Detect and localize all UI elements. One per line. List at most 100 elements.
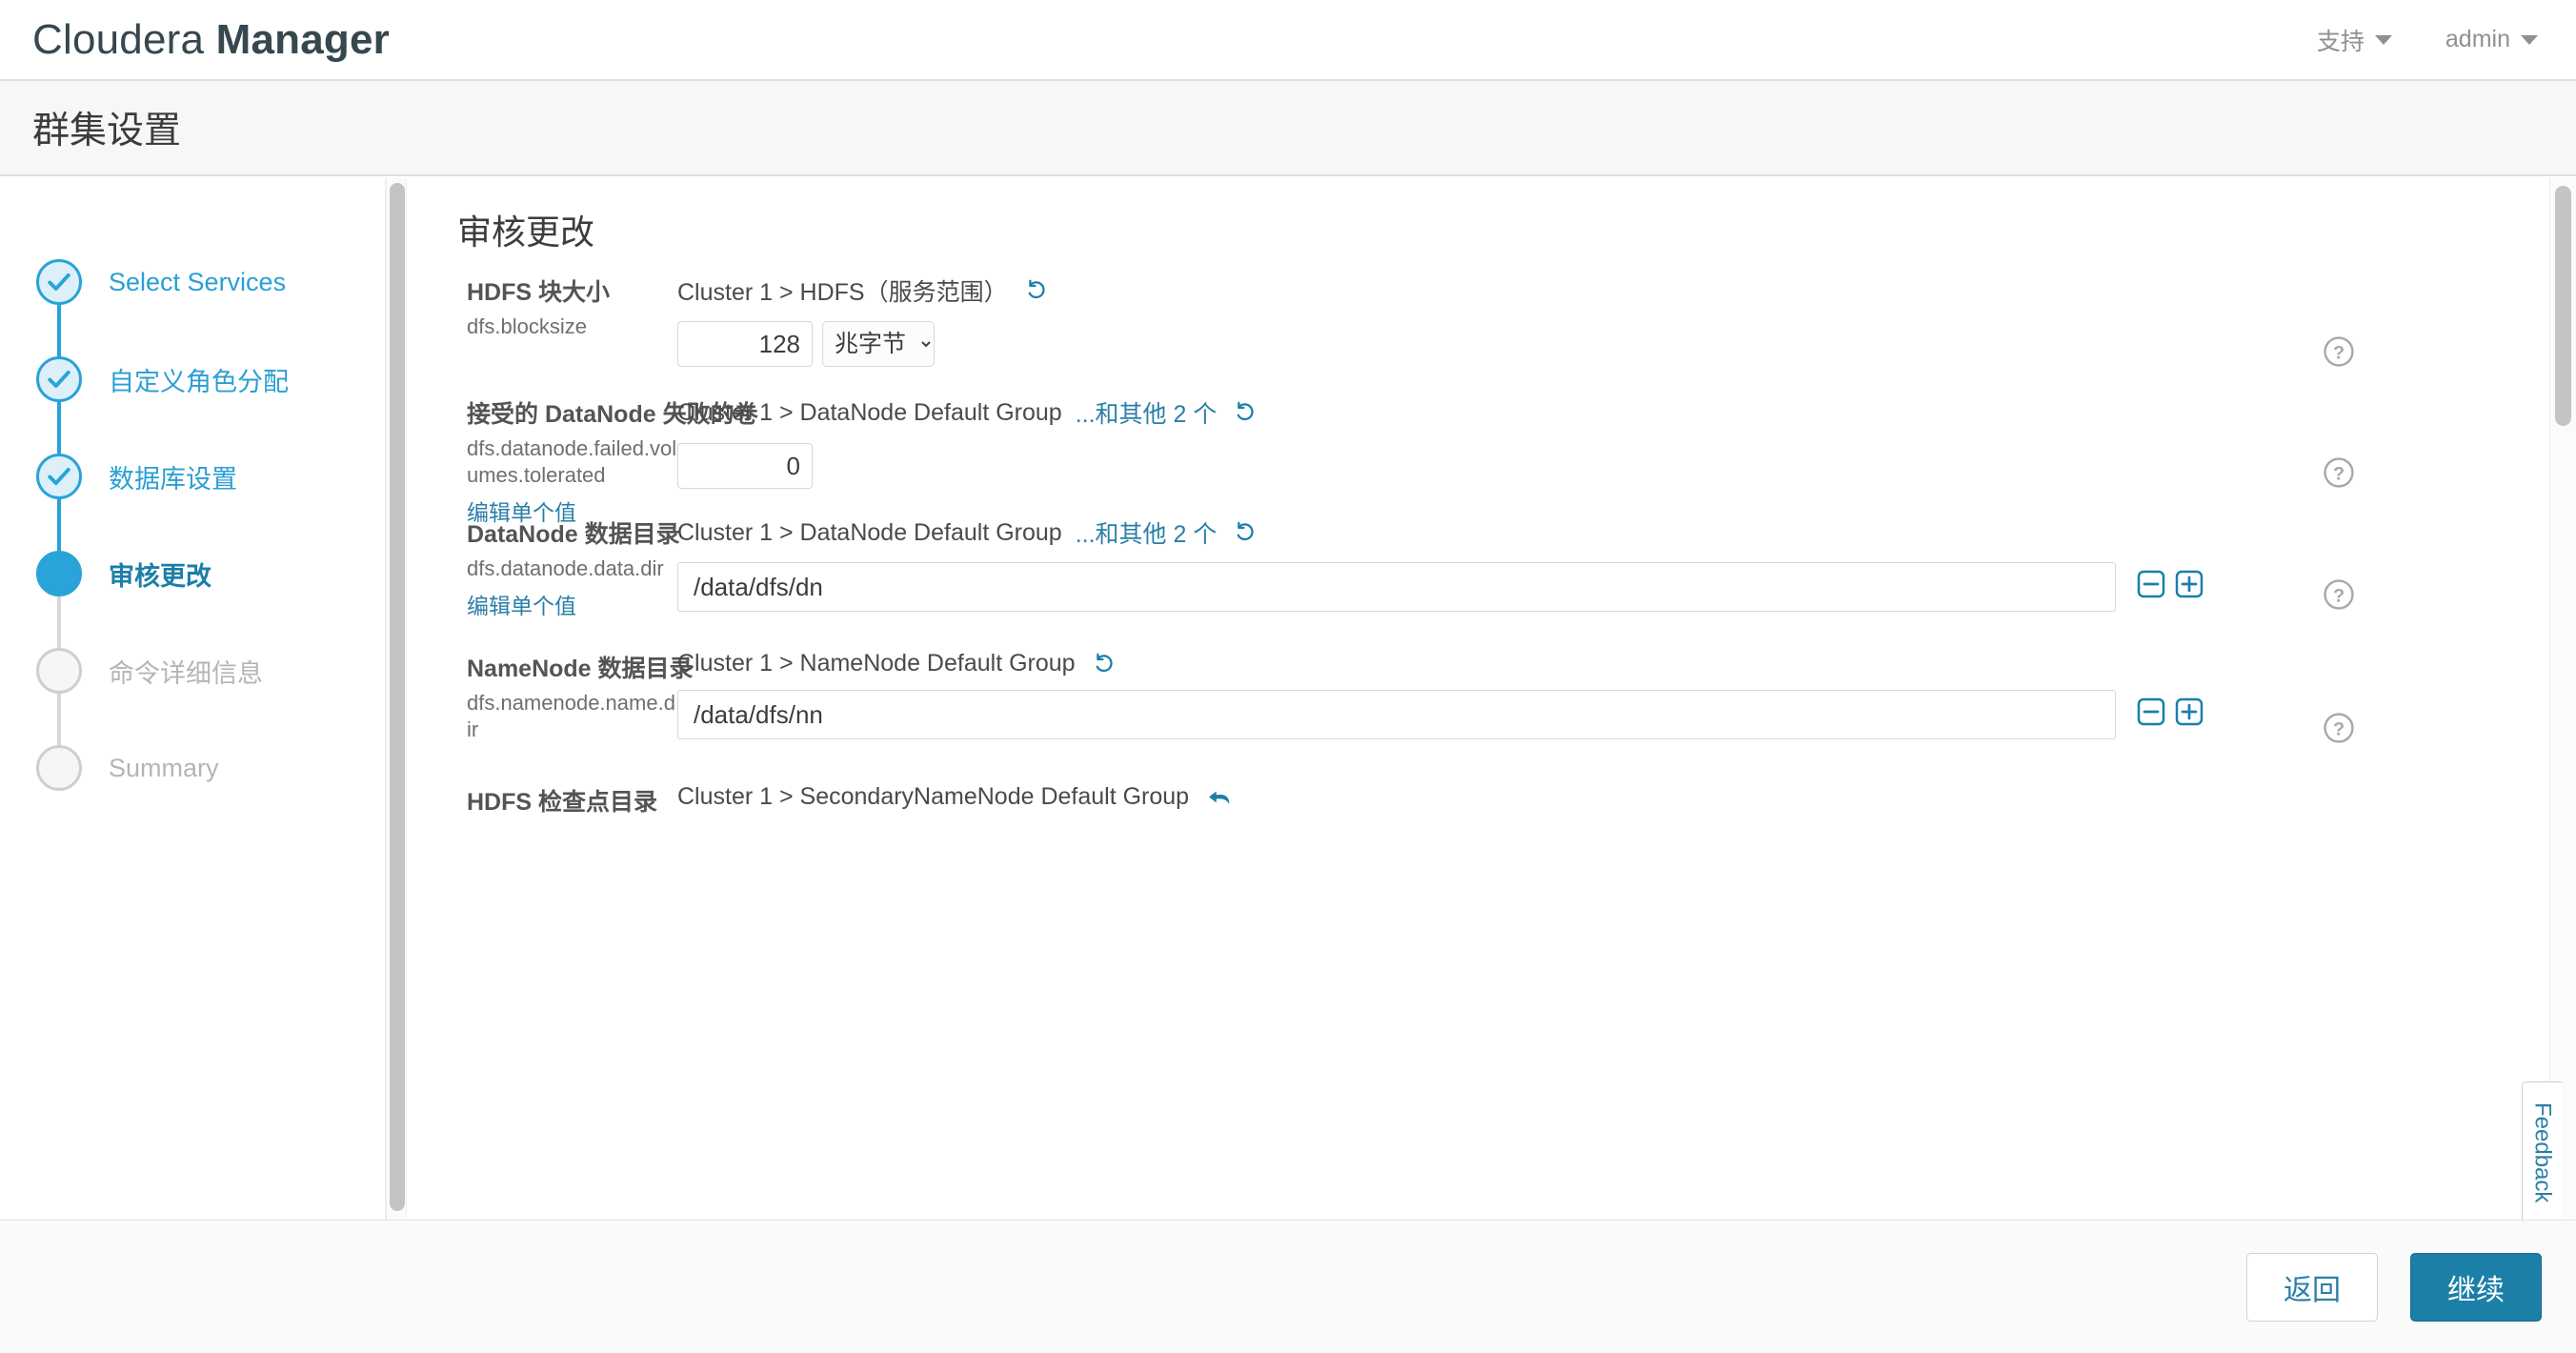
config-row-label-group: 接受的 DataNode 失败的卷 dfs.datanode.failed.vol…: [467, 395, 758, 527]
config-scope-more-link[interactable]: ...和其他 2 个: [1076, 395, 1218, 430]
continue-button[interactable]: 继续: [2410, 1252, 2542, 1322]
feedback-tab[interactable]: Feedback: [2522, 1081, 2562, 1224]
wizard-step-label: 命令详细信息: [109, 658, 263, 688]
wizard-step-label: Select Services: [109, 267, 287, 296]
help-icon[interactable]: ?: [2323, 712, 2355, 744]
config-row-label-group: NameNode 数据目录 dfs.namenode.name.dir: [467, 650, 694, 743]
chevron-down-icon: [2374, 34, 2392, 45]
wizard-step-3[interactable]: 数据库设置: [36, 454, 237, 499]
config-row-control-group: Cluster 1 > HDFS（服务范围） 兆字节千字节吉字节: [677, 273, 1050, 367]
sidebar-scrollbar-thumb[interactable]: [390, 183, 405, 1211]
revert-button[interactable]: [1234, 400, 1258, 425]
support-menu-label: 支持: [2316, 28, 2365, 55]
revert-icon: [1237, 401, 1254, 421]
config-scope: Cluster 1 > SecondaryNameNode Default Gr…: [677, 783, 1233, 811]
top-navigation-bar: Cloudera Manager 支持 admin: [0, 0, 2576, 81]
plus-icon[interactable]: [2175, 570, 2204, 598]
wizard-step-label: 审核更改: [109, 561, 211, 591]
add-remove-path-buttons: [2137, 570, 2204, 598]
config-row-label-group: HDFS 检查点目录: [467, 783, 678, 818]
top-bar-right-group: 支持 admin: [2317, 23, 2538, 57]
config-scope: Cluster 1 > DataNode Default Group ...和其他…: [677, 395, 1258, 430]
support-menu[interactable]: 支持: [2317, 23, 2392, 57]
help-icon[interactable]: ?: [2323, 578, 2355, 611]
revert-icon: [1096, 653, 1113, 672]
wizard-step-label: 数据库设置: [109, 464, 237, 494]
path-value-group: [677, 550, 2204, 612]
page-title-bar: 群集设置: [0, 81, 2576, 176]
section-title: 审核更改: [457, 212, 595, 252]
config-display-name: HDFS 检查点目录: [467, 789, 658, 816]
config-display-name: HDFS 块大小: [467, 279, 611, 306]
config-row-label-group: DataNode 数据目录 dfs.datanode.data.dir 编辑单个值: [467, 515, 680, 620]
main-content-pane: 审核更改 HDFS 块大小 dfs.blocksize Cluster 1 > HD…: [408, 178, 2549, 1220]
back-button[interactable]: 返回: [2246, 1252, 2378, 1322]
config-property-key: dfs.blocksize: [467, 314, 587, 338]
revert-button[interactable]: [1093, 652, 1117, 676]
config-property-key: dfs.datanode.data.dir: [467, 556, 664, 580]
config-unit-select[interactable]: 兆字节千字节吉字节: [822, 321, 935, 367]
svg-text:?: ?: [2333, 718, 2345, 739]
config-value-input[interactable]: [677, 321, 813, 367]
config-scope-more-link[interactable]: ...和其他 2 个: [1076, 515, 1218, 550]
svg-text:?: ?: [2333, 463, 2345, 484]
check-icon: [36, 454, 82, 499]
config-path-input[interactable]: [677, 690, 2116, 739]
config-scope-text: Cluster 1 > HDFS（服务范围）: [677, 279, 1008, 306]
config-scope: Cluster 1 > NameNode Default Group: [677, 650, 2204, 677]
config-display-name: 接受的 DataNode 失败的卷: [467, 401, 758, 428]
config-path-input[interactable]: [677, 562, 2116, 612]
config-scope-text: Cluster 1 > NameNode Default Group: [677, 650, 1076, 676]
page-body: Select Services 自定义角色分配 数据库设置 审核更改 命令详细信息 Sum…: [0, 178, 2576, 1220]
page-title: 群集设置: [32, 111, 182, 151]
check-icon: [36, 356, 82, 402]
pending-step-dot-icon: [36, 648, 82, 694]
revert-icon: [1237, 521, 1254, 541]
check-icon: [36, 259, 82, 305]
svg-text:?: ?: [2333, 342, 2345, 363]
wizard-sidebar: Select Services 自定义角色分配 数据库设置审核更改命令详细信息 Sum…: [0, 178, 386, 1220]
path-value-group: [677, 677, 2204, 739]
config-value-input[interactable]: [677, 443, 813, 489]
config-row-control-group: Cluster 1 > SecondaryNameNode Default Gr…: [677, 783, 1233, 811]
config-display-name: DataNode 数据目录: [467, 521, 680, 548]
config-scope: Cluster 1 > HDFS（服务范围）: [677, 273, 1050, 308]
wizard-step-2[interactable]: 自定义角色分配: [36, 356, 289, 402]
minus-icon[interactable]: [2137, 697, 2165, 726]
config-row-control-group: Cluster 1 > NameNode Default Group: [677, 650, 2204, 739]
current-step-dot-icon: [36, 551, 82, 596]
wizard-step-6: Summary: [36, 745, 219, 791]
wizard-step-4[interactable]: 审核更改: [36, 551, 211, 596]
wizard-step-5: 命令详细信息: [36, 648, 263, 694]
help-icon[interactable]: ?: [2323, 335, 2355, 368]
minus-icon[interactable]: [2137, 570, 2165, 598]
config-row-control-group: Cluster 1 > DataNode Default Group ...和其他…: [677, 395, 1258, 489]
edit-individual-values-link[interactable]: 编辑单个值: [467, 588, 678, 620]
user-menu-label: admin: [2445, 26, 2510, 52]
revert-button[interactable]: [1234, 520, 1258, 545]
config-scope-text: Cluster 1 > DataNode Default Group: [677, 518, 1062, 546]
config-property-key: dfs.namenode.name.dir: [467, 691, 675, 742]
revert-icon: [1028, 279, 1045, 299]
revert-button[interactable]: [1206, 785, 1233, 810]
page-scrollbar-thumb[interactable]: [2555, 186, 2571, 426]
feedback-tab-label: Feedback: [2529, 1102, 2556, 1203]
brand-name-bold: Manager: [215, 15, 390, 63]
config-scope-text: Cluster 1 > SecondaryNameNode Default Gr…: [677, 783, 1190, 810]
undo-arrow-icon: [1209, 791, 1230, 804]
user-menu[interactable]: admin: [2445, 26, 2538, 53]
config-scope-text: Cluster 1 > DataNode Default Group: [677, 398, 1062, 426]
config-property-key: dfs.datanode.failed.volumes.tolerated: [467, 436, 677, 488]
chevron-down-icon: [2521, 34, 2538, 45]
config-display-name: NameNode 数据目录: [467, 656, 694, 682]
revert-button[interactable]: [1025, 278, 1050, 303]
pending-step-dot-icon: [36, 745, 82, 791]
config-scope: Cluster 1 > DataNode Default Group ...和其他…: [677, 515, 2204, 550]
wizard-step-label: 自定义角色分配: [109, 367, 289, 396]
add-remove-path-buttons: [2137, 697, 2204, 726]
config-row-control-group: Cluster 1 > DataNode Default Group ...和其他…: [677, 515, 2204, 612]
help-icon[interactable]: ?: [2323, 456, 2355, 489]
wizard-step-1[interactable]: Select Services: [36, 259, 286, 305]
brand-logo[interactable]: Cloudera Manager: [32, 16, 390, 64]
plus-icon[interactable]: [2175, 697, 2204, 726]
